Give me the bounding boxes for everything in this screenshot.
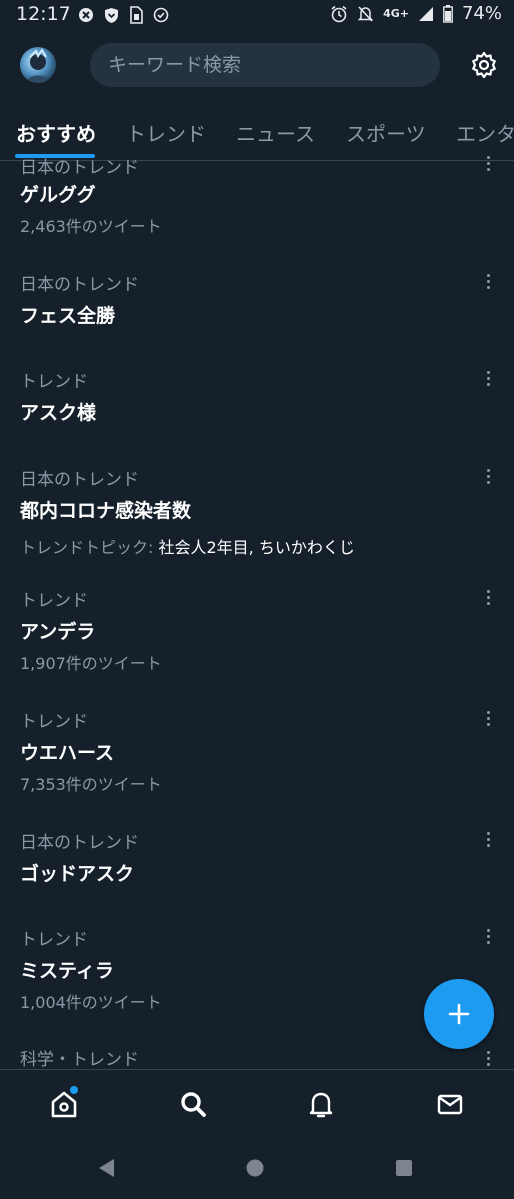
tab-news[interactable]: ニュース xyxy=(236,118,315,147)
trend-item[interactable]: トレンド ウエハース 7,353件のツイート xyxy=(0,707,514,807)
battery-percent: 74% xyxy=(461,3,502,24)
trend-category: 科学・トレンド xyxy=(20,1050,139,1069)
trend-item[interactable]: 日本のトレンド ゴッドアスク xyxy=(0,828,514,908)
trend-category: 日本のトレンド xyxy=(20,275,139,295)
trend-item[interactable]: 科学・トレンド xyxy=(0,1045,514,1069)
more-options-icon[interactable] xyxy=(480,152,498,176)
search-input[interactable] xyxy=(106,53,430,77)
status-right: 4G+ 74% xyxy=(330,3,502,24)
close-circle-icon xyxy=(79,8,93,22)
tab-entertainment[interactable]: エンタ xyxy=(456,118,514,147)
mail-icon[interactable] xyxy=(432,1086,468,1122)
search-icon[interactable] xyxy=(175,1086,211,1122)
trend-name: アンデラ xyxy=(20,621,96,643)
network-type: 4G+ xyxy=(383,7,409,20)
more-options-icon[interactable] xyxy=(480,465,498,489)
trend-category: トレンド xyxy=(20,930,88,950)
android-nav-bar xyxy=(0,1140,514,1199)
more-options-icon[interactable] xyxy=(480,270,498,294)
shield-icon xyxy=(105,7,118,23)
trend-category: トレンド xyxy=(20,372,88,392)
recents-icon[interactable] xyxy=(394,1157,414,1179)
battery-icon xyxy=(443,4,453,23)
signal-icon xyxy=(418,6,433,21)
trend-topics-label: トレンドトピック: xyxy=(20,538,154,557)
trend-name: ゲルググ xyxy=(20,184,96,206)
sim-icon xyxy=(130,6,143,24)
more-options-icon[interactable] xyxy=(480,707,498,731)
notification-icons xyxy=(78,6,169,24)
home-notification-dot xyxy=(70,1086,78,1094)
alarm-icon xyxy=(331,5,347,22)
trend-tweet-count: 2,463件のツイート xyxy=(20,217,162,236)
compose-button[interactable] xyxy=(424,979,494,1049)
gear-icon[interactable] xyxy=(469,50,499,80)
trend-tweet-count: 7,353件のツイート xyxy=(20,775,162,794)
more-options-icon[interactable] xyxy=(480,828,498,852)
more-options-icon[interactable] xyxy=(480,1047,498,1069)
avatar[interactable] xyxy=(20,47,56,83)
trend-category: 日本のトレンド xyxy=(20,158,139,178)
bottom-nav xyxy=(0,1069,514,1140)
home-circle-icon[interactable] xyxy=(245,1157,265,1179)
bell-off-icon xyxy=(357,5,374,22)
more-options-icon[interactable] xyxy=(480,586,498,610)
status-time: 12:17 xyxy=(16,3,71,25)
trend-item[interactable]: トレンド アンデラ 1,907件のツイート xyxy=(0,586,514,686)
trend-tweet-count: 1,907件のツイート xyxy=(20,654,162,673)
tab-sports[interactable]: スポーツ xyxy=(346,118,426,147)
avatar-image xyxy=(26,48,50,83)
trend-name: ミスティラ xyxy=(20,960,114,982)
search-bar[interactable] xyxy=(90,43,440,87)
trend-category: トレンド xyxy=(20,712,88,732)
tab-trends[interactable]: トレンド xyxy=(126,118,206,147)
trend-item[interactable]: 日本のトレンド 都内コロナ感染者数 トレンドトピック: 社会人2年目, ちいかわ… xyxy=(0,465,514,565)
plus-icon xyxy=(448,1003,470,1025)
tab-recommended[interactable]: おすすめ xyxy=(16,118,96,147)
status-bar: 12:17 4G+ 74% xyxy=(0,0,514,30)
trend-tweet-count: 1,004件のツイート xyxy=(20,993,162,1012)
bell-icon[interactable] xyxy=(303,1086,339,1122)
trend-item[interactable]: トレンド アスク様 xyxy=(0,367,514,447)
trend-item[interactable]: 日本のトレンド フェス全勝 xyxy=(0,270,514,350)
trend-name: ゴッドアスク xyxy=(20,863,135,885)
more-options-icon[interactable] xyxy=(480,367,498,391)
trend-name: 都内コロナ感染者数 xyxy=(20,500,192,522)
trend-topics-list: 社会人2年目, ちいかわくじ xyxy=(158,538,355,557)
trend-name: ウエハース xyxy=(20,742,115,764)
trend-category: 日本のトレンド xyxy=(20,833,139,853)
back-icon[interactable] xyxy=(96,1157,116,1179)
trend-item[interactable]: 日本のトレンド ゲルググ 2,463件のツイート xyxy=(0,150,514,250)
check-circle-icon xyxy=(153,7,169,23)
trend-name: フェス全勝 xyxy=(20,305,116,327)
trend-category: 日本のトレンド xyxy=(20,470,139,490)
trend-category: トレンド xyxy=(20,591,88,611)
trend-topics: トレンドトピック: 社会人2年目, ちいかわくじ xyxy=(20,534,355,558)
more-options-icon[interactable] xyxy=(480,925,498,949)
trend-name: アスク様 xyxy=(20,402,97,424)
